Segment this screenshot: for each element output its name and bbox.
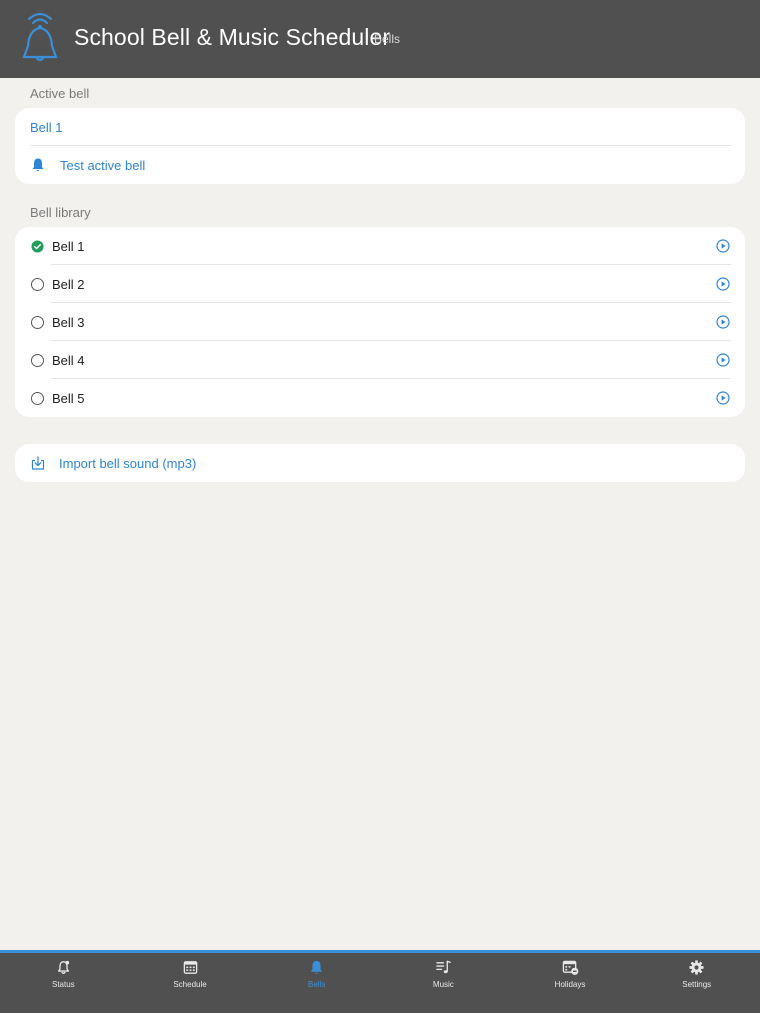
checkmark-circle-icon [31, 239, 44, 253]
tab-holidays[interactable]: Holidays [507, 953, 634, 1013]
tab-label: Status [51, 980, 75, 989]
tab-label: Schedule [173, 980, 207, 989]
bell-library-item-3[interactable]: Bell 3 [15, 303, 745, 341]
tab-bells[interactable]: Bells [253, 953, 380, 1013]
import-bell-sound-label: Import bell sound (mp3) [59, 455, 197, 471]
bell-library-item-label: Bell 3 [52, 314, 85, 330]
bell-library-item-2[interactable]: Bell 2 [15, 265, 745, 303]
tab-label: Settings [682, 980, 712, 989]
test-active-bell-button[interactable]: Test active bell [15, 146, 745, 184]
active-bell-section-label: Active bell [30, 86, 90, 101]
radio-unselected-icon [31, 277, 44, 291]
radio-unselected-icon [31, 391, 44, 405]
play-preview-icon[interactable] [716, 391, 730, 405]
bell-library-item-label: Bell 5 [52, 390, 85, 406]
music-list-icon [436, 960, 451, 974]
bell-library-card: Bell 1 Bell 2 Bell 3 Bell 4 Bell 5 [15, 227, 745, 417]
bell-library-item-5[interactable]: Bell 5 [15, 379, 745, 417]
import-card: Import bell sound (mp3) [15, 444, 745, 482]
bell-library-item-label: Bell 4 [52, 352, 85, 368]
bell-icon [32, 158, 44, 172]
bottom-tab-bar: Status Schedule Bells Music Holidays Set… [0, 950, 760, 1013]
active-bell-card: Bell 1 Test active bell [15, 108, 745, 184]
active-bell-row: Bell 1 [15, 108, 745, 146]
tab-label: Holidays [554, 980, 586, 989]
play-preview-icon[interactable] [716, 353, 730, 367]
bell-icon [311, 960, 323, 974]
tab-status[interactable]: Status [0, 953, 127, 1013]
gear-icon [689, 960, 704, 975]
calendar-minus-icon [562, 960, 578, 975]
bell-library-item-4[interactable]: Bell 4 [15, 341, 745, 379]
tab-settings[interactable]: Settings [633, 953, 760, 1013]
page-subtitle: Bells [374, 32, 401, 46]
bell-alert-icon [57, 960, 69, 974]
active-bell-name: Bell 1 [30, 119, 63, 135]
radio-unselected-icon [31, 353, 44, 367]
radio-unselected-icon [31, 315, 44, 329]
bell-library-item-label: Bell 2 [52, 276, 85, 292]
bell-library-section-label: Bell library [30, 205, 91, 220]
app-header: School Bell & Music Scheduler Bells [0, 0, 760, 78]
bell-library-item-label: Bell 1 [52, 238, 85, 254]
app-title: School Bell & Music Scheduler [74, 24, 391, 50]
tab-label: Bells [308, 980, 326, 989]
tab-label: Music [432, 980, 454, 989]
calendar-icon [183, 961, 197, 974]
test-active-bell-label: Test active bell [60, 157, 146, 173]
play-preview-icon[interactable] [716, 277, 730, 291]
play-preview-icon[interactable] [716, 315, 730, 329]
bell-logo-icon [22, 12, 58, 62]
import-bell-sound-button[interactable]: Import bell sound (mp3) [15, 444, 745, 482]
tab-music[interactable]: Music [380, 953, 507, 1013]
play-preview-icon[interactable] [716, 239, 730, 253]
import-download-icon [31, 456, 45, 470]
tab-schedule[interactable]: Schedule [127, 953, 254, 1013]
bell-library-item-1[interactable]: Bell 1 [15, 227, 745, 265]
